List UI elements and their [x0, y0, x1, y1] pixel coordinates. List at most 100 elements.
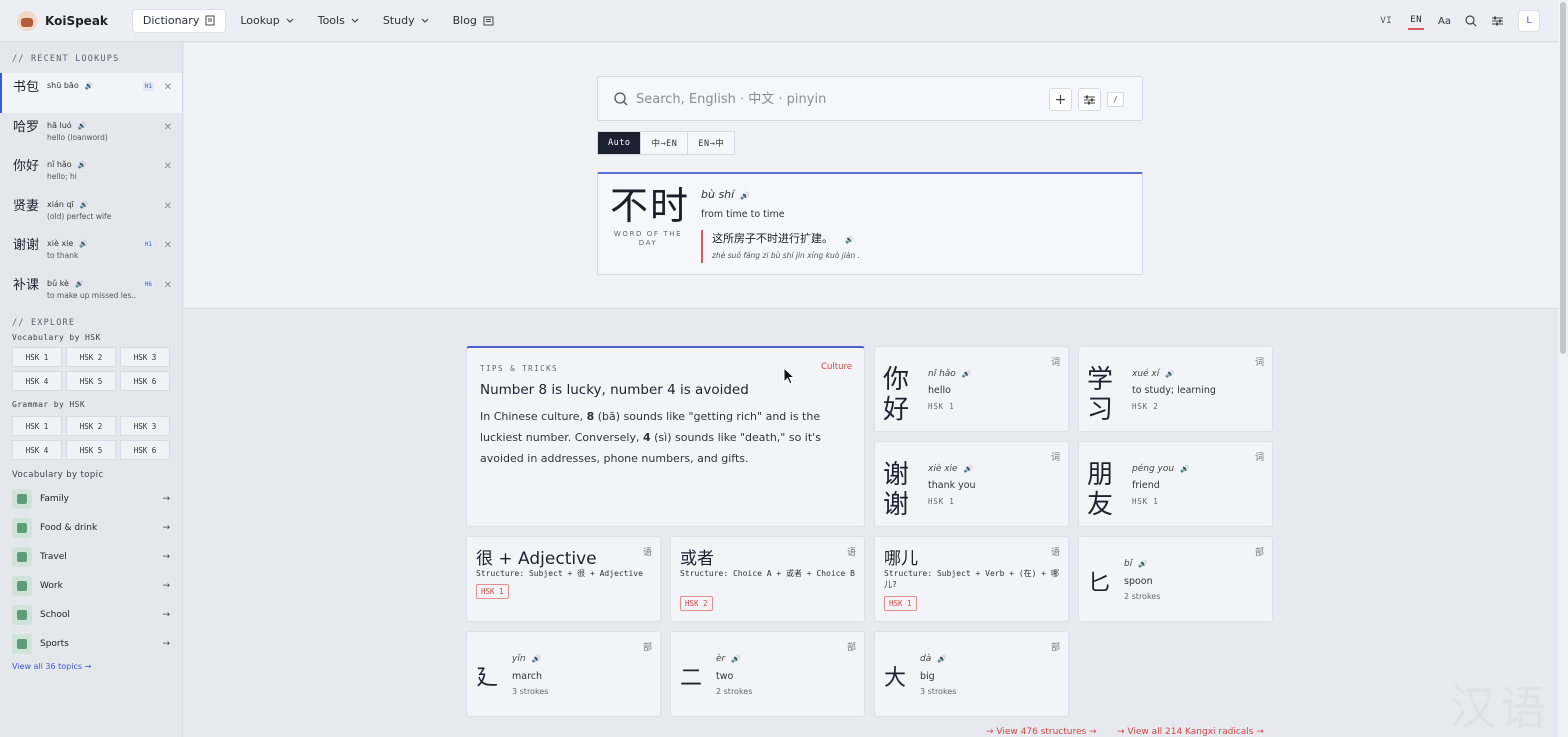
remove-icon[interactable]: ✕	[164, 122, 172, 133]
vocab-hsk-6-button[interactable]: HSK 6	[120, 371, 170, 391]
radical-card[interactable]: 二 èr 🔊 two 2 strokes 部	[670, 631, 865, 717]
vocab-hsk-5-button[interactable]: HSK 5	[66, 371, 116, 391]
radical-card[interactable]: 大 dà 🔊 big 3 strokes 部	[874, 631, 1069, 717]
speaker-icon[interactable]: 🔊	[79, 238, 88, 250]
lang-vi-button[interactable]: VI	[1378, 13, 1394, 29]
topic-food[interactable]: Food & drink →	[0, 513, 182, 542]
speaker-icon[interactable]: 🔊	[962, 370, 971, 378]
view-radicals-link[interactable]: → View all 214 Kangxi radicals →	[1117, 727, 1264, 737]
vocab-hsk-1-button[interactable]: HSK 1	[12, 347, 62, 367]
arrow-right-icon: →	[162, 609, 170, 620]
recent-hanzi: 你好	[13, 159, 40, 174]
tip-title: Number 8 is lucky, number 4 is avoided	[480, 382, 749, 398]
grammar-hsk-3-button[interactable]: HSK 3	[120, 416, 170, 436]
speaker-icon[interactable]: 🔊	[85, 80, 94, 92]
speaker-icon[interactable]: 🔊	[78, 120, 87, 132]
speaker-icon[interactable]: 🔊	[731, 655, 740, 663]
user-avatar[interactable]: L	[1518, 10, 1540, 32]
recent-item[interactable]: 贤妻 xián qī 🔊 (old) perfect wife ✕	[0, 192, 182, 232]
vocab-hsk-4-button[interactable]: HSK 4	[12, 371, 62, 391]
chevron-down-icon	[351, 18, 359, 23]
remove-icon[interactable]: ✕	[164, 82, 172, 93]
speaker-icon[interactable]: 🔊	[845, 231, 854, 249]
remove-icon[interactable]: ✕	[164, 280, 172, 291]
family-icon	[12, 488, 32, 509]
nav-lookup[interactable]: Lookup	[230, 9, 303, 33]
speaker-icon[interactable]: 🔊	[1138, 560, 1147, 568]
recent-item[interactable]: 你好 nǐ hǎo 🔊 hello; hi ✕	[0, 152, 182, 192]
filter-button[interactable]	[1078, 88, 1101, 111]
nav-study[interactable]: Study	[373, 9, 439, 33]
grammar-hsk-6-button[interactable]: HSK 6	[120, 440, 170, 460]
mode-en-zh[interactable]: EN→中	[688, 132, 734, 154]
recent-pinyin: shū bāo	[47, 81, 79, 90]
word-card[interactable]: 谢谢 xiè xie 🔊 thank you HSK 1 词	[874, 441, 1069, 527]
recent-pinyin: hā luó	[47, 120, 72, 130]
speaker-icon[interactable]: 🔊	[532, 655, 541, 663]
recent-item[interactable]: 哈罗 hā luó 🔊 hello (loanword) ✕	[0, 113, 182, 153]
arrow-right-icon: →	[162, 638, 170, 649]
grammar-hsk-2-button[interactable]: HSK 2	[66, 416, 116, 436]
grammar-card[interactable]: 或者 Structure: Choice A + 或者 + Choice B H…	[670, 536, 865, 622]
grammar-hsk-5-button[interactable]: HSK 5	[66, 440, 116, 460]
word-card[interactable]: 朋友 péng you 🔊 friend HSK 1 词	[1078, 441, 1273, 527]
remove-icon[interactable]: ✕	[164, 161, 172, 172]
grammar-hsk-4-button[interactable]: HSK 4	[12, 440, 62, 460]
grammar-card[interactable]: 很 + Adjective Structure: Subject + 很 + A…	[466, 536, 661, 622]
radical-card[interactable]: 廴 yǐn 🔊 march 3 strokes 部	[466, 631, 661, 717]
word-hanzi: 谢谢	[883, 460, 910, 520]
scrollbar[interactable]	[1558, 0, 1568, 737]
topic-travel[interactable]: Travel →	[0, 542, 182, 571]
radical-type-tag: 部	[1254, 548, 1264, 558]
recent-hanzi: 补课	[13, 277, 40, 293]
recent-item[interactable]: 谢谢 xiè xie 🔊 to thank H1 ✕	[0, 231, 182, 271]
topic-label: School	[40, 609, 70, 620]
speaker-icon[interactable]: 🔊	[1180, 465, 1189, 473]
remove-icon[interactable]: ✕	[164, 240, 172, 251]
nav-dictionary[interactable]: Dictionary	[131, 8, 227, 33]
vocab-hsk-3-button[interactable]: HSK 3	[120, 347, 170, 367]
lang-en-button[interactable]: EN	[1408, 12, 1425, 30]
recent-item[interactable]: 补课 bǔ kè 🔊 to make up missed les... H6 ✕	[0, 271, 182, 311]
radical-card[interactable]: 匕 bǐ 🔊 spoon 2 strokes 部	[1078, 536, 1273, 622]
speaker-icon[interactable]: 🔊	[75, 278, 84, 290]
word-card[interactable]: 你好 nǐ hǎo 🔊 hello HSK 1 词	[874, 346, 1069, 432]
tip-card[interactable]: TIPS & TRICKS Culture Number 8 is lucky,…	[466, 346, 865, 527]
topic-work[interactable]: Work →	[0, 571, 182, 600]
app-logo[interactable]: KoiSpeak	[17, 10, 108, 31]
topic-family[interactable]: Family →	[0, 484, 182, 513]
font-size-button[interactable]: Aa	[1438, 16, 1451, 27]
search-input[interactable]	[636, 87, 1036, 111]
grammar-card[interactable]: 哪儿 Structure: Subject + Verb + (在) + 哪儿?…	[874, 536, 1069, 622]
scrollbar-thumb[interactable]	[1560, 2, 1566, 354]
word-of-the-day-card[interactable]: 不时 WORD OF THE DAY bù shí 🔊 from time to …	[597, 172, 1143, 275]
radical-char: 廴	[476, 666, 499, 691]
speaker-icon[interactable]: 🔊	[78, 159, 87, 171]
word-card[interactable]: 学习 xué xí 🔊 to study; learning HSK 2 词	[1078, 346, 1273, 432]
view-structures-link[interactable]: → View 476 structures →	[986, 727, 1097, 737]
tip-number-4: 4	[642, 431, 651, 444]
mode-zh-en[interactable]: 中→EN	[641, 132, 689, 154]
tip-category[interactable]: Culture	[821, 362, 852, 372]
speaker-icon[interactable]: 🔊	[80, 199, 89, 211]
hsk-badge: H1	[142, 82, 154, 91]
arrow-right-icon: →	[162, 522, 170, 533]
search-icon[interactable]	[1465, 15, 1477, 27]
view-all-topics-link[interactable]: View all 36 topics →	[0, 662, 182, 671]
topic-sports[interactable]: Sports →	[0, 629, 182, 658]
grammar-hsk-1-button[interactable]: HSK 1	[12, 416, 62, 436]
mode-auto[interactable]: Auto	[598, 132, 642, 154]
vocab-hsk-2-button[interactable]: HSK 2	[66, 347, 116, 367]
tip-body: In Chinese culture, 8 (bā) sounds like "…	[480, 406, 850, 469]
nav-blog[interactable]: Blog	[443, 9, 504, 33]
speaker-icon[interactable]: 🔊	[1165, 370, 1174, 378]
sliders-icon[interactable]	[1491, 15, 1504, 27]
speaker-icon[interactable]: 🔊	[964, 465, 973, 473]
add-button[interactable]: +	[1049, 88, 1072, 111]
remove-icon[interactable]: ✕	[164, 201, 172, 212]
speaker-icon[interactable]: 🔊	[740, 192, 749, 200]
recent-item[interactable]: 书包 shū bāo 🔊 H1 ✕	[0, 73, 182, 113]
nav-tools[interactable]: Tools	[308, 9, 369, 33]
speaker-icon[interactable]: 🔊	[937, 655, 946, 663]
topic-school[interactable]: School →	[0, 600, 182, 629]
